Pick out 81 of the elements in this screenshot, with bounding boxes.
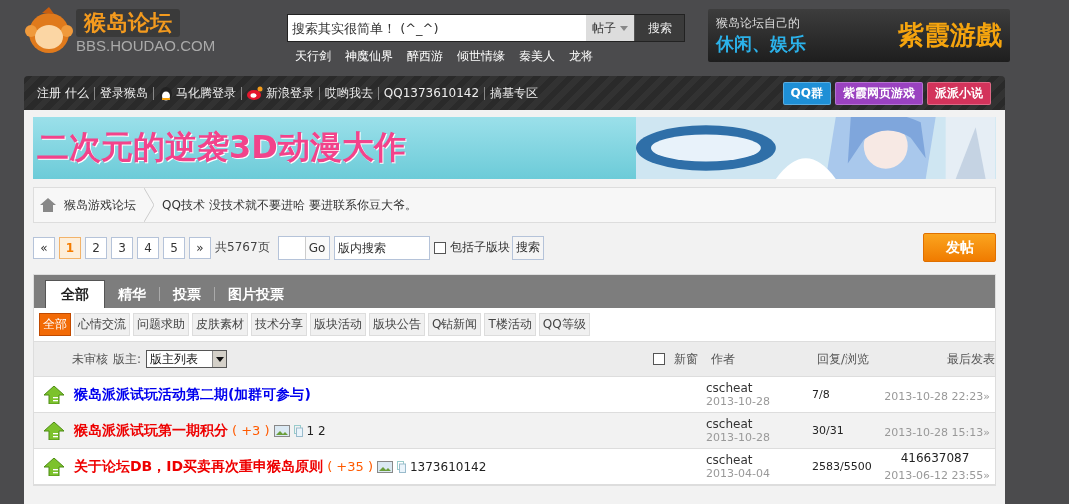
author-name[interactable]: cscheat [706,453,812,467]
new-window-checkbox[interactable] [653,353,665,365]
column-header: 最后发表 [946,350,995,368]
home-icon[interactable] [40,198,56,212]
include-subforum-checkbox[interactable] [433,241,446,254]
nav-link[interactable]: 马化腾登录 [175,84,236,102]
forum-search-button[interactable]: 搜索 [511,235,544,260]
category-filter[interactable]: 版块公告 [369,313,425,336]
page-button[interactable]: 4 [137,236,159,259]
rating-score: ( +35 ) [327,459,373,474]
author-name[interactable]: cscheat [706,417,812,431]
rating-score: ( +3 ) [232,423,270,438]
column-header: 作者 [710,350,736,368]
tab[interactable]: 图片投票 [215,281,297,308]
unreviewed-link[interactable]: 未审核 [72,350,108,368]
page-button[interactable]: 5 [163,236,185,259]
thread-arrow-icon [44,457,64,476]
moderator-label: 版主: [113,350,142,368]
category-filter[interactable]: Q钻新闻 [428,313,482,336]
category-filter[interactable]: T楼活动 [484,313,536,336]
thread-arrow-icon [44,421,64,440]
tab[interactable]: 投票 [160,281,214,308]
tab[interactable]: 全部 [45,280,105,308]
category-filter[interactable]: 皮肤素材 [192,313,248,336]
thread-title[interactable]: 猴岛派派试玩第一期积分 [74,421,228,440]
category-filter[interactable]: 心情交流 [74,313,130,336]
logo-title: 猴岛论坛 [76,9,180,37]
nav-link[interactable]: 哎哟我去 [324,84,373,102]
category-filter[interactable]: 版块活动 [310,313,366,336]
column-header: 回复/浏览 [817,350,871,368]
breadcrumb-current: QQ技术 没技术就不要进哈 要进联系你豆大爷。 [162,196,417,214]
nav-badge-button[interactable]: 紫霞网页游戏 [835,81,923,105]
nav-link[interactable]: 搞基专区 [490,84,539,102]
chevron-icon [144,188,154,222]
post-date: 2013-10-28 [706,431,771,444]
reply-view-count: 30/31 [812,424,845,437]
page-total: 共5767页 [215,239,270,256]
hot-link[interactable]: 倾世情缘 [457,48,505,65]
thread-arrow-icon [44,385,64,404]
next-page-button[interactable]: » [189,236,211,259]
reply-view-count: 2583/5500 [812,460,873,473]
nav-badge-button[interactable]: QQ群 [782,81,831,105]
nav-link[interactable]: 登录猴岛 [99,84,148,102]
hot-link[interactable]: 醉西游 [407,48,443,65]
penguin-icon [158,85,173,101]
hot-link[interactable]: 龙将 [569,48,593,65]
nav-link[interactable]: 注册 什么 [37,84,89,102]
thread-title[interactable]: 猴岛派派试玩活动第二期(加群可参与) [74,385,311,404]
thread-title[interactable]: 关于论坛DB，ID买卖再次重申猴岛原则 [74,457,324,476]
prev-page-button[interactable]: « [33,236,55,259]
hot-link[interactable]: 秦美人 [519,48,555,65]
nav-link[interactable]: QQ1373610142 [383,86,480,100]
ad-text: 猴岛论坛自己的 [716,15,801,32]
author-name[interactable]: cscheat [706,381,812,395]
last-poster[interactable]: 416637087 [900,451,970,465]
post-date: 2013-10-28 [706,395,771,408]
hot-link[interactable]: 神魔仙界 [345,48,393,65]
page-links[interactable]: 1 2 [306,423,326,438]
nav-badge-button[interactable]: 派派小说 [927,81,991,105]
hot-link[interactable]: 天行剑 [295,48,331,65]
weibo-icon [246,86,263,100]
page-button[interactable]: 3 [111,236,133,259]
banner-headline: 二次元的逆袭3D动漫大作 [36,127,407,168]
nav-link[interactable]: 新浪登录 [265,84,314,102]
ad-brand: 紫霞游戲 [898,19,1002,52]
checkbox-label: 包括子版块 [449,239,510,256]
logo-url: BBS.HOUDAO.COM [76,37,216,55]
post-date: 2013-04-04 [706,467,771,480]
category-filter[interactable]: 问题求助 [133,313,189,336]
moderator-select[interactable]: 版主列表 [146,350,228,368]
tab[interactable]: 精华 [105,281,159,308]
category-filter[interactable]: QQ等级 [538,313,590,336]
category-filter[interactable]: 技术分享 [251,313,307,336]
forum-search-field[interactable]: 版内搜索 [333,235,430,260]
page-links[interactable]: 1373610142 [409,459,487,474]
checkbox-label: 新窗 [674,350,698,368]
ad-text: 休闲、娱乐 [716,32,806,56]
page-button[interactable]: 2 [85,236,107,259]
breadcrumb-link[interactable]: 猴岛游戏论坛 [64,196,136,214]
game-ad[interactable]: 猴岛论坛自己的 休闲、娱乐 紫霞游戲 [708,9,1010,62]
reply-view-count: 7/8 [812,388,831,401]
